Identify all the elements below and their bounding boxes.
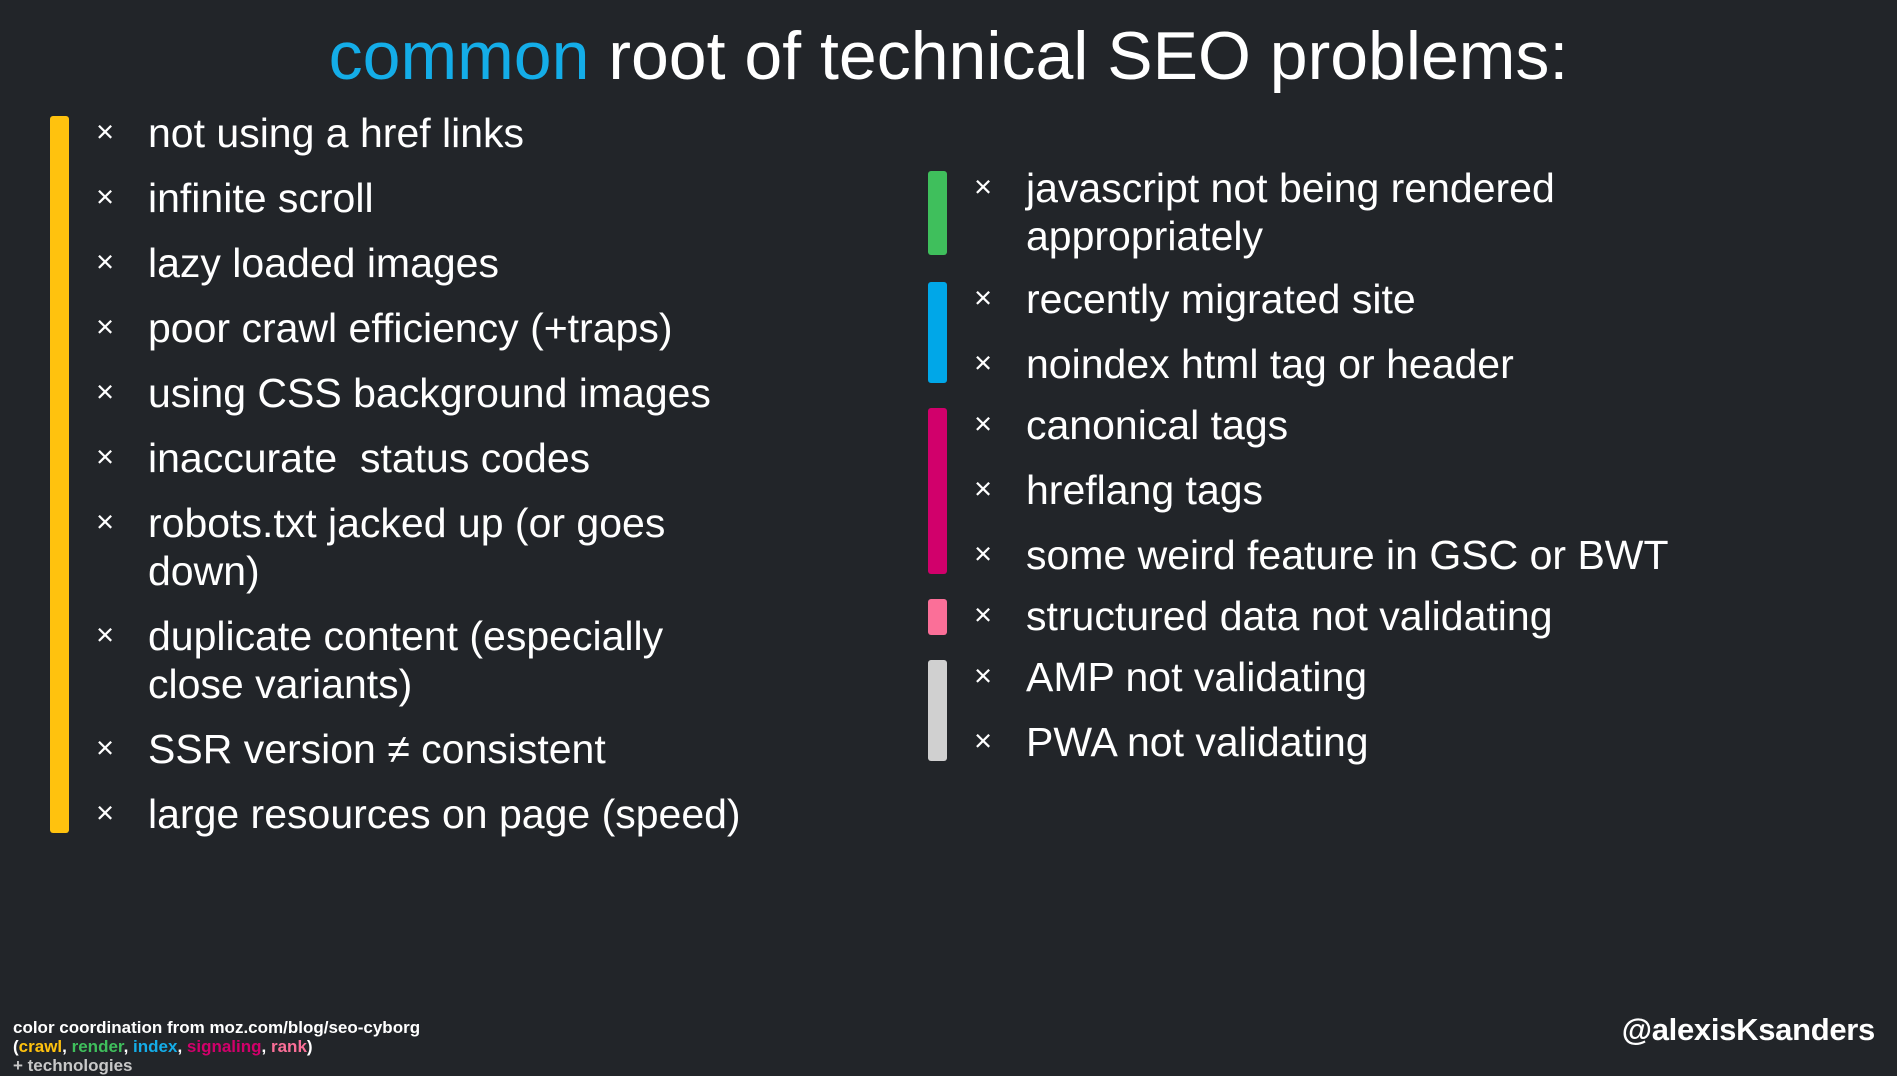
list-item: × noindex html tag or header	[974, 341, 1878, 389]
category-bar-render	[928, 171, 947, 255]
bullet-x-icon: ×	[96, 616, 115, 652]
bullet-x-icon: ×	[974, 596, 993, 632]
credit-sep-2: ,	[123, 1036, 134, 1056]
list-item-label: duplicate content (especially close vari…	[148, 612, 675, 707]
list-item: × hreflang tags	[974, 467, 1878, 515]
list-item-label: large resources on page (speed)	[148, 790, 741, 837]
title-rest: root of technical SEO problems:	[589, 18, 1569, 94]
credit-sep-1: ,	[62, 1036, 72, 1056]
list-item: × javascript not being rendered appropri…	[974, 165, 1654, 261]
list-item-label: inaccurate status codes	[148, 434, 591, 481]
list-item: × large resources on page (speed)	[96, 791, 950, 839]
group-render: × javascript not being rendered appropri…	[928, 165, 1878, 261]
list-item-label: canonical tags	[1026, 401, 1289, 448]
content-columns: × not using a href links × infinite scro…	[0, 110, 1897, 990]
bullet-x-icon: ×	[96, 114, 115, 149]
list-item-label: hreflang tags	[1026, 466, 1264, 513]
credit-suffix: )	[306, 1036, 313, 1056]
group-signaling: × canonical tags × hreflang tags × some …	[928, 402, 1878, 580]
category-bar-signaling	[928, 407, 947, 574]
bullet-x-icon: ×	[96, 373, 115, 409]
category-bar-crawl	[50, 116, 69, 833]
bullet-x-icon: ×	[96, 729, 115, 765]
group-index: × recently migrated site × noindex html …	[928, 276, 1878, 389]
bullet-x-icon: ×	[96, 178, 115, 214]
list-item: × poor crawl efficiency (+traps)	[96, 305, 950, 353]
list-item: × inaccurate status codes	[96, 435, 950, 483]
bullet-x-icon: ×	[96, 308, 115, 344]
credit-sep-4: ,	[261, 1036, 271, 1056]
bullet-x-icon: ×	[96, 438, 115, 474]
page-title: common root of technical SEO problems:	[0, 22, 1897, 90]
bullet-x-icon: ×	[974, 279, 993, 315]
bullet-x-icon: ×	[96, 243, 115, 279]
bullet-x-icon: ×	[96, 794, 115, 830]
group-technologies: × AMP not validating × PWA not validatin…	[928, 654, 1878, 767]
left-column: × not using a href links × infinite scro…	[50, 110, 950, 839]
credit-technologies: + technologies	[13, 1055, 133, 1075]
bullet-x-icon: ×	[974, 657, 993, 693]
list-item: × robots.txt jacked up (or goes down)	[96, 500, 716, 596]
author-handle: @alexisKsanders	[1621, 1012, 1876, 1047]
color-coordination-credit: color coordination from moz.com/blog/seo…	[13, 1018, 433, 1075]
list-item-label: SSR version ≠ consistent	[148, 725, 606, 772]
list-item-label: robots.txt jacked up (or goes down)	[148, 499, 677, 594]
list-item-label: some weird feature in GSC or BWT	[1026, 531, 1669, 578]
list-item: × not using a href links	[96, 110, 950, 158]
category-bar-rank	[928, 598, 947, 635]
list-item: × infinite scroll	[96, 175, 950, 223]
credit-crawl: crawl	[18, 1036, 63, 1056]
list-item-label: structured data not validating	[1026, 592, 1553, 639]
list-item-label: recently migrated site	[1026, 275, 1416, 322]
list-item-label: lazy loaded images	[148, 239, 499, 286]
list-item: × PWA not validating	[974, 719, 1878, 767]
list-item-label: poor crawl efficiency (+traps)	[148, 304, 673, 351]
credit-sep-3: ,	[177, 1036, 187, 1056]
group-rank: × structured data not validating	[928, 593, 1878, 641]
credit-render: render	[71, 1036, 124, 1056]
list-item: × AMP not validating	[974, 654, 1878, 702]
title-highlight-word: common	[328, 18, 590, 94]
list-item: × structured data not validating	[974, 593, 1878, 641]
bullet-x-icon: ×	[974, 470, 993, 506]
list-item-label: infinite scroll	[148, 174, 374, 221]
list-item: × lazy loaded images	[96, 240, 950, 288]
credit-index: index	[133, 1036, 178, 1056]
bullet-x-icon: ×	[974, 722, 993, 758]
credit-rank: rank	[270, 1036, 307, 1056]
list-item: × canonical tags	[974, 402, 1878, 450]
category-bar-technologies	[928, 659, 947, 761]
list-item: × duplicate content (especially close va…	[96, 613, 716, 709]
list-item: × using CSS background images	[96, 370, 950, 418]
list-item: × SSR version ≠ consistent	[96, 726, 950, 774]
list-item: × some weird feature in GSC or BWT	[974, 532, 1878, 580]
list-item-label: javascript not being rendered appropriat…	[1026, 165, 1567, 259]
list-item-label: noindex html tag or header	[1026, 340, 1514, 387]
bullet-x-icon: ×	[96, 503, 115, 539]
list-item-label: using CSS background images	[148, 369, 711, 416]
list-item-label: not using a href links	[148, 110, 525, 156]
list-item: × recently migrated site	[974, 276, 1878, 324]
bullet-x-icon: ×	[974, 344, 993, 380]
credit-signaling: signaling	[186, 1036, 262, 1056]
bullet-x-icon: ×	[974, 169, 993, 204]
list-item-label: AMP not validating	[1026, 653, 1368, 700]
group-crawl: × not using a href links × infinite scro…	[50, 110, 950, 839]
bullet-x-icon: ×	[974, 535, 993, 571]
right-column: × javascript not being rendered appropri…	[928, 165, 1878, 767]
category-bar-index	[928, 281, 947, 383]
bullet-x-icon: ×	[974, 405, 993, 441]
list-item-label: PWA not validating	[1026, 718, 1369, 765]
